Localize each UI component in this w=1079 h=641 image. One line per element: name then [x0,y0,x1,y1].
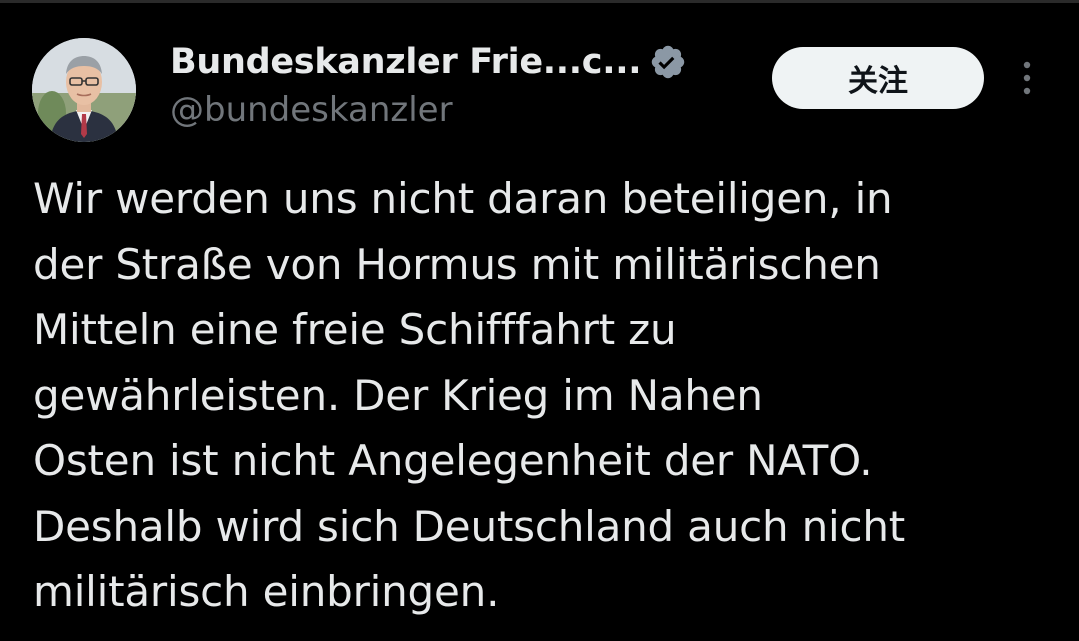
tweet-text-line: der Straße von Hormus mit militärischen [33,239,881,289]
tweet-text: Wir werden uns nicht daran beteiligen, i… [33,166,1053,625]
tweet-text-line: gewährleisten. Der Krieg im Nahen [33,370,763,420]
author-display-name[interactable]: Bundeskanzler Frie...c... [170,42,641,82]
top-divider [0,0,1079,3]
verified-badge-icon [649,43,687,81]
avatar[interactable] [32,38,136,142]
tweet-text-line: Deshalb wird sich Deutschland auch nicht [33,501,906,551]
author-handle[interactable]: @bundeskanzler [170,90,453,130]
avatar-photo [32,38,136,142]
follow-button[interactable]: 关注 [772,47,984,109]
tweet-text-line: Mitteln eine freie Schifffahrt zu [33,305,677,354]
author-name-row[interactable]: Bundeskanzler Frie...c... [170,40,687,84]
tweet-text-line: Wir werden uns nicht daran beteiligen, i… [33,174,893,223]
tweet-text-line: Osten ist nicht Angelegenheit der NATO. [33,436,873,485]
tweet-text-line: militärisch einbringen. [33,567,500,616]
more-vertical-icon[interactable] [1014,58,1040,98]
